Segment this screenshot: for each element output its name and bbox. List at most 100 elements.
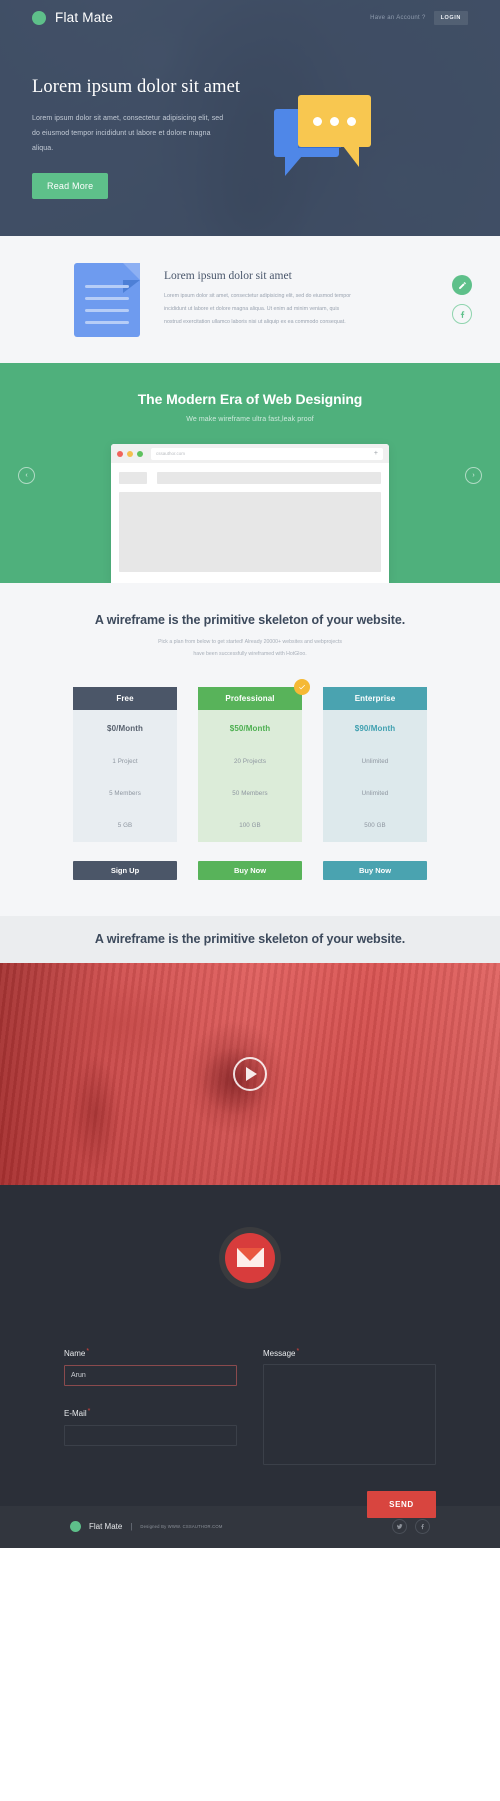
required-asterisk: * (296, 1347, 300, 1355)
feature-text-block: Lorem ipsum dolor sit amet Lorem ipsum d… (164, 270, 444, 329)
contact-section: Name* E-Mail* Message* SEND (0, 1184, 500, 1518)
send-button-wrapper: SEND (0, 1470, 500, 1518)
typing-dot-icon (347, 116, 356, 126)
pricing-buttons: Sign Up Buy Now Buy Now (0, 860, 500, 880)
field-spacer (64, 1386, 237, 1403)
browser-url-text: cssauthor.com (156, 451, 186, 456)
pricing-card-free[interactable]: Free $0/Month 1 Project 5 Members 5 GB (73, 686, 177, 842)
plan-details: $50/Month 20 Projects 50 Members 100 GB (198, 709, 302, 842)
plan-members: Unlimited (361, 790, 389, 798)
email-input[interactable] (64, 1424, 237, 1446)
plan-price: $50/Month (229, 724, 271, 734)
plan-name: Professional (198, 686, 302, 710)
footer-separator: | (130, 1522, 133, 1532)
hero-section: Flat Mate Have an Account ? LOGIN Lorem … (0, 0, 500, 236)
video-heading-bar: A wireframe is the primitive skeleton of… (0, 915, 500, 963)
wireframe-hero-block (119, 492, 381, 572)
footer-credit-text: Designed By WWW. CSSAUTHOR.COM (140, 1524, 223, 1530)
document-line (85, 284, 129, 288)
slider-section: The Modern Era of Web Designing We make … (0, 363, 500, 583)
plan-members: 5 Members (109, 790, 141, 798)
email-label: E-Mail* (64, 1407, 91, 1418)
plan-projects: 20 Projects (233, 758, 267, 766)
video-section (0, 962, 500, 1185)
sign-up-button[interactable]: Sign Up (73, 860, 177, 880)
hero-subtitle: Lorem ipsum dolor sit amet, consectetur … (32, 115, 224, 153)
check-icon (294, 678, 310, 695)
browser-url-bar[interactable]: cssauthor.com + (151, 447, 383, 460)
new-tab-plus-icon[interactable]: + (374, 450, 378, 457)
chat-bubbles-illustration (272, 95, 412, 199)
required-asterisk: * (87, 1407, 91, 1415)
envelope-icon (219, 1226, 281, 1289)
play-icon[interactable] (233, 1056, 267, 1091)
pricing-card-professional[interactable]: Professional $50/Month 20 Projects 50 Me… (198, 678, 310, 842)
document-fold-shape (123, 262, 140, 280)
plan-price: $0/Month (107, 724, 143, 734)
feature-action-buttons (452, 275, 472, 324)
pricing-plans: Free $0/Month 1 Project 5 Members 5 GB P… (0, 678, 500, 842)
buy-now-enterprise-button[interactable]: Buy Now (323, 860, 427, 880)
pricing-subtitle-line-2: have been successfully wireframed with H… (193, 650, 307, 657)
facebook-icon[interactable] (415, 1519, 430, 1535)
pricing-card-enterprise[interactable]: Enterprise $90/Month Unlimited Unlimited… (323, 686, 427, 842)
contact-form-right-column: Message* (263, 1343, 436, 1470)
minimize-dot-icon[interactable] (127, 450, 133, 457)
plan-members: 50 Members (232, 790, 268, 798)
yellow-chat-bubble-icon (298, 95, 371, 167)
pricing-subtitle-line-1: Pick a plan from below to get started! A… (158, 639, 342, 645)
name-label: Name* (64, 1348, 89, 1358)
footer-social-links (392, 1519, 430, 1535)
contact-form-left-column: Name* E-Mail* (64, 1343, 237, 1470)
feature-paragraph: Lorem ipsum dolor sit amet, consectetur … (164, 293, 351, 325)
have-account-text: Have an Account ? (370, 14, 426, 21)
plan-details: $90/Month Unlimited Unlimited 500 GB (323, 709, 427, 842)
plan-name: Enterprise (323, 686, 427, 710)
pricing-subtitle: Pick a plan from below to get started! A… (0, 637, 500, 661)
plan-projects: 1 Project (112, 758, 138, 766)
document-line (85, 296, 129, 300)
send-button[interactable]: SEND (367, 1490, 436, 1518)
footer-brand-block: Flat Mate | Designed By WWW. CSSAUTHOR.C… (70, 1521, 223, 1533)
document-icon (74, 262, 140, 337)
slider-next-arrow-icon[interactable]: › (465, 467, 482, 484)
email-label-text: E-Mail (64, 1408, 87, 1418)
hero-content: Lorem ipsum dolor sit amet Lorem ipsum d… (0, 25, 500, 200)
browser-mockup: cssauthor.com + (111, 444, 389, 583)
wireframe-row (119, 472, 381, 484)
plan-projects: Unlimited (361, 758, 389, 766)
twitter-icon[interactable] (392, 1519, 407, 1535)
brand-logo[interactable]: Flat Mate (32, 10, 113, 25)
plan-price: $90/Month (354, 724, 396, 734)
hero-title: Lorem ipsum dolor sit amet (32, 77, 241, 97)
name-input[interactable] (64, 1364, 237, 1386)
pricing-section: A wireframe is the primitive skeleton of… (0, 583, 500, 916)
footer-brand-name: Flat Mate (89, 1522, 123, 1532)
slider-prev-arrow-icon[interactable]: ‹ (18, 467, 35, 484)
document-line (85, 320, 129, 324)
message-textarea[interactable] (263, 1363, 436, 1465)
typing-dot-icon (330, 116, 339, 126)
brand-dot-icon (32, 10, 46, 25)
maximize-dot-icon[interactable] (137, 450, 143, 457)
browser-viewport (111, 463, 389, 583)
document-line (85, 308, 129, 312)
hero-text-block: Lorem ipsum dolor sit amet Lorem ipsum d… (32, 77, 262, 200)
read-more-button[interactable]: Read More (32, 173, 109, 200)
close-dot-icon[interactable] (117, 450, 123, 457)
video-section-title: A wireframe is the primitive skeleton of… (94, 932, 406, 947)
wireframe-block (157, 472, 381, 484)
feature-title: Lorem ipsum dolor sit amet (164, 270, 292, 283)
buy-now-professional-button[interactable]: Buy Now (198, 860, 302, 880)
login-button[interactable]: LOGIN (433, 10, 468, 25)
plan-storage: 5 GB (117, 822, 133, 830)
brand-name: Flat Mate (55, 10, 114, 25)
facebook-icon[interactable] (452, 304, 472, 324)
contact-form: Name* E-Mail* Message* (0, 1343, 500, 1470)
top-navigation-bar: Flat Mate Have an Account ? LOGIN (0, 0, 500, 25)
slider-subtitle: We make wireframe ultra fast,leak proof (186, 416, 314, 423)
plan-name: Free (73, 686, 177, 710)
message-label-text: Message (263, 1348, 296, 1358)
pencil-icon[interactable] (452, 275, 472, 295)
name-label-text: Name (64, 1348, 86, 1358)
